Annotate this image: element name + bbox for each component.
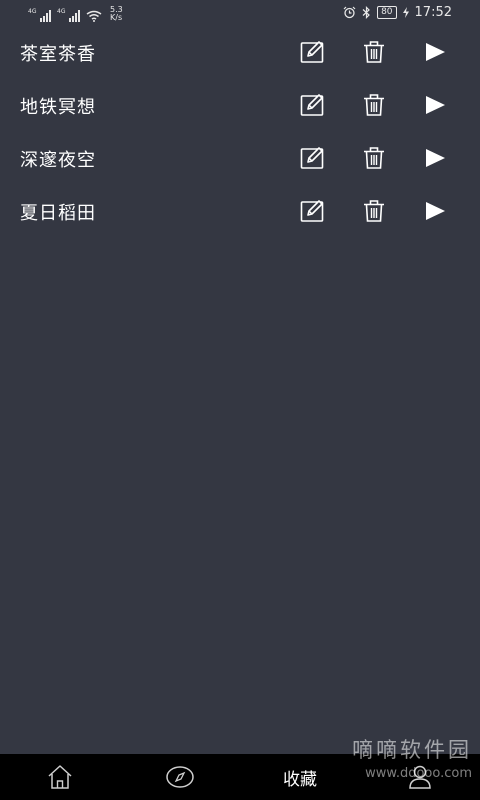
play-icon	[426, 96, 445, 114]
edit-icon	[300, 147, 324, 169]
list-item-name: 夏日稻田	[20, 203, 96, 224]
trash-icon	[364, 200, 384, 222]
nav-home[interactable]	[44, 754, 76, 800]
edit-button[interactable]	[299, 38, 327, 66]
play-icon	[426, 43, 445, 61]
edit-icon	[300, 41, 324, 63]
nav-discover[interactable]	[164, 754, 196, 800]
list-item-name: 地铁冥想	[20, 97, 96, 118]
status-left: 4G 4G 5.3 K/s	[28, 4, 123, 22]
list-item[interactable]: 地铁冥想	[0, 79, 480, 132]
list-item[interactable]: 深邃夜空	[0, 132, 480, 185]
network-speed: 5.3 K/s	[110, 6, 123, 22]
signal-2-icon: 4G	[57, 8, 80, 22]
play-icon	[426, 202, 445, 220]
nav-favorites[interactable]: 收藏	[272, 754, 328, 800]
play-button[interactable]	[421, 91, 449, 119]
signal-1-label: 4G	[28, 8, 37, 15]
list-item[interactable]: 夏日稻田	[0, 185, 480, 238]
signal-2-label: 4G	[57, 8, 66, 15]
watermark: 嘀嘀软件园 www.ddooo.com	[352, 738, 472, 786]
nav-favorites-label: 收藏	[283, 769, 317, 790]
delete-button[interactable]	[360, 38, 388, 66]
charging-icon	[402, 7, 409, 18]
play-button[interactable]	[421, 197, 449, 225]
watermark-site: www.ddooo.com	[365, 766, 472, 781]
play-icon	[426, 149, 445, 167]
list-item-name: 深邃夜空	[20, 150, 96, 171]
delete-button[interactable]	[360, 91, 388, 119]
network-speed-unit: K/s	[110, 13, 123, 22]
signal-1-icon: 4G	[28, 8, 51, 22]
wifi-icon	[86, 10, 102, 22]
play-button[interactable]	[421, 144, 449, 172]
watermark-title: 嘀嘀软件园	[352, 738, 472, 762]
edit-icon	[300, 200, 324, 222]
edit-icon	[300, 94, 324, 116]
list-item-name: 茶室茶香	[20, 44, 96, 65]
delete-button[interactable]	[360, 144, 388, 172]
edit-button[interactable]	[299, 91, 327, 119]
trash-icon	[364, 147, 384, 169]
bluetooth-icon	[362, 6, 370, 19]
home-icon	[48, 765, 72, 789]
list-item[interactable]: 茶室茶香	[0, 26, 480, 79]
delete-button[interactable]	[360, 197, 388, 225]
play-button[interactable]	[421, 38, 449, 66]
favorites-list: 茶室茶香 地铁冥想 深邃夜空 夏日稻田	[0, 26, 480, 238]
edit-button[interactable]	[299, 144, 327, 172]
trash-icon	[364, 94, 384, 116]
status-right: 80 17:52	[343, 5, 452, 20]
trash-icon	[364, 41, 384, 63]
compass-icon	[166, 766, 194, 788]
status-bar: 4G 4G 5.3 K/s 80 17:52	[0, 0, 480, 26]
alarm-icon	[343, 6, 356, 19]
clock: 17:52	[414, 5, 452, 20]
edit-button[interactable]	[299, 197, 327, 225]
battery-indicator: 80	[377, 6, 397, 19]
